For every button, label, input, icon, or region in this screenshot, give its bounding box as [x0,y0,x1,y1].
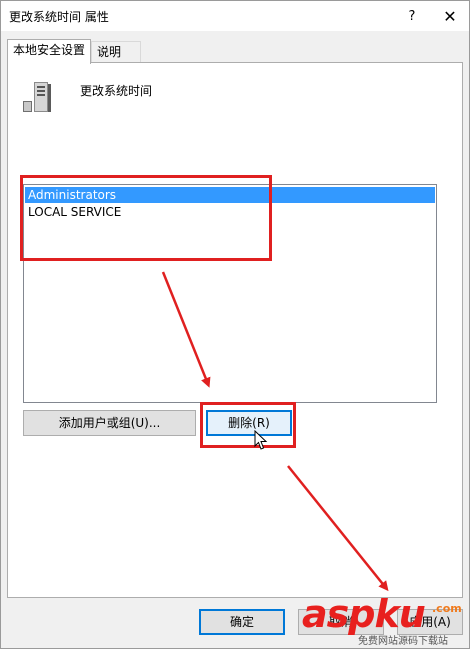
close-button[interactable]: ✕ [433,1,467,31]
cancel-button[interactable]: 取消 [298,609,384,635]
apply-button[interactable]: 应用(A) [397,609,463,635]
tab-panel: 更改系统时间 Administrators LOCAL SERVICE 添加用户… [7,62,463,598]
server-policy-icon [23,82,51,112]
tab-label: 本地安全设置 [13,43,86,57]
ok-button[interactable]: 确定 [199,609,285,635]
close-icon: ✕ [443,6,457,26]
help-button[interactable]: ? [395,1,429,31]
annotation-box-remove [200,402,296,448]
title-bar: 更改系统时间 属性 ? ✕ [1,1,469,31]
mouse-cursor-icon [254,430,268,450]
tab-local-security-setting[interactable]: 本地安全设置 [7,39,91,64]
tab-explain[interactable]: 说明 [91,41,141,63]
help-icon: ? [408,8,416,24]
annotation-box-list [20,175,272,261]
add-user-or-group-button[interactable]: 添加用户或组(U)... [23,410,196,436]
window-title: 更改系统时间 属性 [9,10,109,24]
policy-name: 更改系统时间 [80,84,153,98]
tab-label: 说明 [97,45,122,59]
properties-dialog: 更改系统时间 属性 ? ✕ 本地安全设置 说明 更改系统时间 Administr [0,0,470,649]
